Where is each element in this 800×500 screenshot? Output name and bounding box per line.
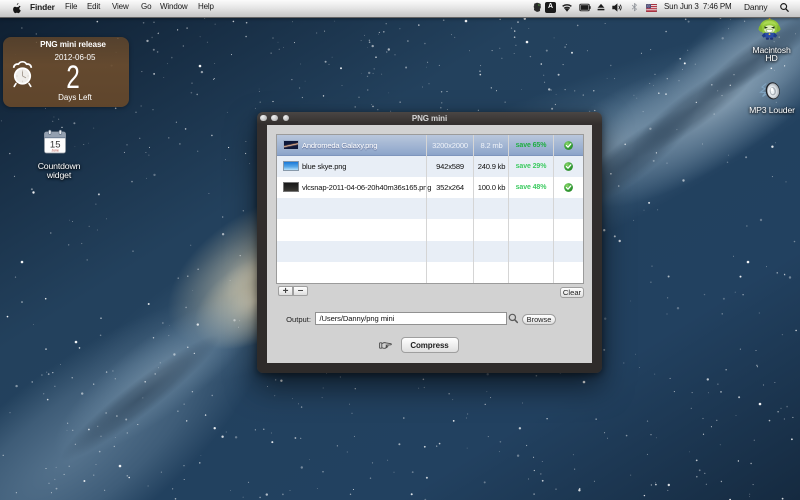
svg-text:June: June — [52, 149, 59, 153]
